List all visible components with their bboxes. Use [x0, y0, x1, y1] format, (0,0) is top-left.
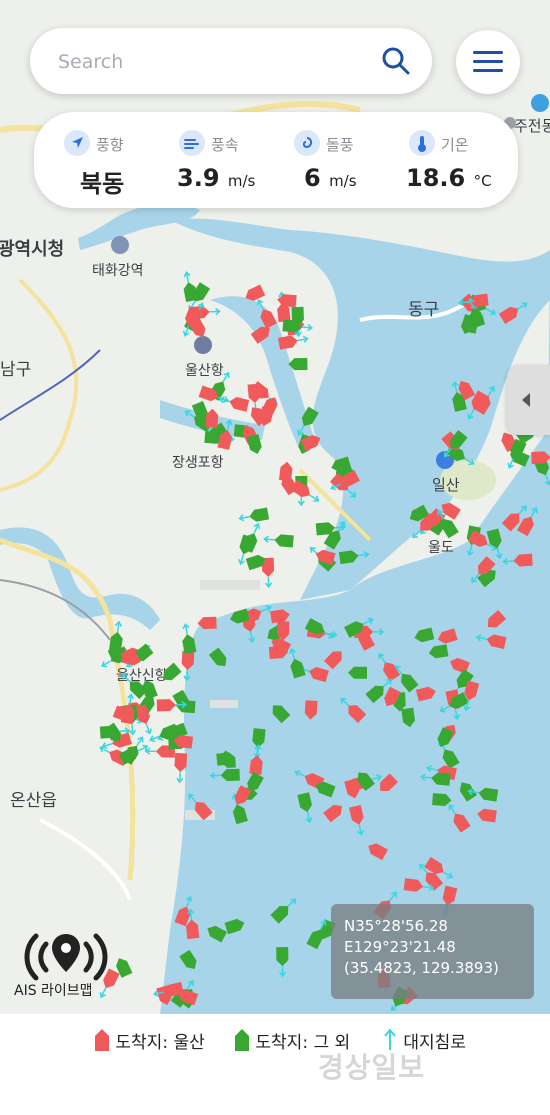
green-ship-icon	[235, 1029, 249, 1051]
wind-speed-label: 풍속	[211, 136, 239, 154]
ais-live-map-label[interactable]: AIS 라이브맵	[14, 980, 93, 1000]
chevron-left-icon	[522, 393, 530, 407]
map-label-ilsan: 일산	[432, 476, 460, 494]
wind-direction-value: 북동	[80, 170, 125, 198]
leisure-icon	[531, 94, 549, 112]
side-panel-toggle[interactable]	[507, 365, 550, 435]
decimal-coordinates: (35.4823, 129.3893)	[344, 959, 499, 977]
legend: 도착지: 울산 도착지: 그 외 대지침로	[0, 1014, 550, 1115]
menu-button[interactable]	[456, 30, 520, 94]
search-input[interactable]	[56, 46, 380, 78]
hamburger-icon	[473, 51, 503, 54]
map-label-taehwagang-station: 태화강역	[92, 263, 144, 279]
navigation-arrow-icon	[64, 130, 90, 156]
map-label-juncheon: 주전몽	[514, 117, 550, 135]
temperature-unit: °C	[473, 172, 492, 190]
map-label-jangsaengpo-port: 장생포항	[172, 455, 224, 471]
legend-ulsan: 도착지: 울산	[94, 1028, 205, 1053]
gust-spiral-icon	[294, 130, 320, 156]
temperature-value: 18.6	[406, 164, 466, 192]
wind-speed-value: 3.9	[177, 164, 220, 192]
map-label-nam-gu: 남구	[0, 360, 31, 380]
longitude-text: E129°23'21.48	[344, 938, 456, 956]
newspaper-watermark: 경상일보	[318, 1051, 426, 1084]
port-icon	[194, 336, 212, 354]
temperature: 기온 18.6 °C	[397, 112, 518, 208]
map-label-ulsan-port: 울산항	[185, 363, 224, 379]
red-ship-icon	[95, 1029, 109, 1051]
gust-label: 돌풍	[326, 136, 354, 154]
gust-unit: m/s	[329, 172, 357, 190]
map-label-city-hall: 광역시청	[0, 239, 64, 260]
train-station-icon	[111, 236, 129, 254]
map-label-onsan-eup: 온산읍	[10, 791, 57, 811]
weather-panel: 풍향 북동 풍속 3.9 m/s 돌풍 6 m/s 기온 18.6 °C	[34, 112, 518, 208]
search-bar[interactable]	[30, 28, 432, 94]
gust: 돌풍 6 m/s	[276, 112, 397, 208]
latitude-text: N35°28'56.28	[344, 917, 448, 935]
legend-ulsan-label: 도착지: 울산	[115, 1033, 205, 1053]
search-icon[interactable]	[380, 45, 412, 77]
wind-direction-label: 풍향	[96, 136, 124, 154]
wind-speed-unit: m/s	[227, 172, 256, 190]
thermometer-icon	[409, 130, 435, 156]
coordinate-readout: N35°28'56.28 E129°23'21.48 (35.4823, 129…	[331, 904, 534, 999]
temperature-label: 기온	[441, 136, 469, 154]
wind-speed: 풍속 3.9 m/s	[155, 112, 276, 208]
wind-direction: 풍향 북동	[34, 112, 155, 208]
wind-icon	[179, 130, 205, 156]
map-label-island: 울도	[428, 540, 454, 556]
map-label-dong-gu: 동구	[408, 300, 439, 320]
gust-value: 6	[304, 164, 321, 192]
